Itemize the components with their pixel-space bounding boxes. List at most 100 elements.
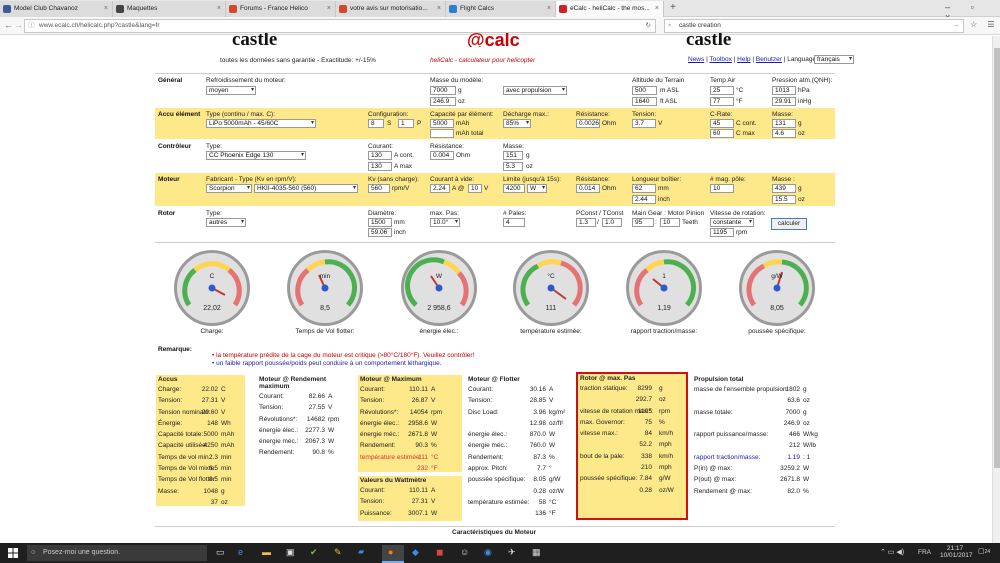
result-key[interactable]: rapport traction/masse: — [694, 452, 760, 463]
edge-icon[interactable]: e — [238, 547, 243, 557]
app-icon[interactable]: ◆ — [412, 547, 419, 558]
tab-flight-calcs[interactable]: Flight Calcs × — [446, 1, 556, 17]
task-view-icon[interactable]: ▭ — [216, 547, 225, 558]
rotor-speed-mode-select[interactable]: constante — [710, 218, 754, 227]
clock[interactable]: 21:17 10/01/2017 — [940, 545, 973, 559]
store-icon[interactable]: ▣ — [286, 547, 295, 558]
search-bar[interactable]: ⌕ castle creation → — [664, 19, 964, 33]
tray-icons[interactable]: ⌃ ▭ ◀) — [880, 548, 904, 556]
diameter-in-input[interactable]: 59.06 — [368, 228, 392, 237]
motor-mass-oz-input[interactable]: 15.5 — [772, 195, 796, 204]
poles-input[interactable]: 10 — [710, 184, 734, 193]
battery-mass-g-input[interactable]: 131 — [772, 119, 796, 128]
motor-maker-select[interactable]: Scorpion — [206, 184, 252, 193]
app-icon[interactable]: ◼ — [436, 547, 443, 558]
windows-start-icon[interactable] — [8, 548, 18, 558]
language-indicator[interactable]: FRA — [918, 549, 931, 556]
altitude-ft-input[interactable]: 1640 — [632, 97, 657, 106]
cortana-search[interactable]: ○ Posez-moi une question. — [27, 545, 207, 561]
close-tab-icon[interactable]: × — [217, 1, 221, 17]
close-tab-icon[interactable]: × — [655, 1, 659, 17]
kv-input[interactable]: 560 — [368, 184, 390, 193]
firefox-taskbar-button[interactable]: ● — [382, 545, 404, 563]
gear-pinion-input[interactable]: 10 — [660, 218, 680, 227]
notifications-icon[interactable]: ▢24 — [978, 547, 990, 555]
tconst-input[interactable]: 1.0 — [602, 218, 622, 227]
temp-f-input[interactable]: 77 — [710, 97, 734, 106]
propulsion-select[interactable]: avec propulsion — [503, 86, 567, 95]
pressure-inhg-input[interactable]: 29.91 — [772, 97, 796, 106]
app-icon[interactable]: ✎ — [334, 547, 342, 558]
motor-length-in-input[interactable]: 2.44 — [632, 195, 656, 204]
config-p-input[interactable]: 1 — [398, 119, 414, 128]
pressure-hpa-input[interactable]: 1013 — [772, 86, 796, 95]
noload-v-input[interactable]: 10 — [468, 184, 482, 193]
language-select[interactable]: français — [814, 55, 854, 64]
link-benutzer[interactable]: Benutzer — [756, 56, 782, 63]
limit-input[interactable]: 4200 — [503, 184, 525, 193]
controller-mass-oz-input[interactable]: 5.3 — [503, 162, 523, 171]
crate-cont-input[interactable]: 45 — [710, 119, 734, 128]
motor-mass-g-input[interactable]: 439 — [772, 184, 796, 193]
controller-mass-g-input[interactable]: 151 — [503, 151, 523, 160]
app-icon[interactable]: ▰ — [358, 547, 364, 556]
reload-icon[interactable]: ↻ — [646, 20, 651, 32]
tab-model-club[interactable]: Model Club Chavanoz × — [0, 1, 113, 17]
model-mass-g-input[interactable]: 7000 — [430, 86, 456, 95]
close-tab-icon[interactable]: × — [547, 1, 551, 17]
battery-volt-input[interactable]: 3.7 — [632, 119, 656, 128]
crate-max-input[interactable]: 60 — [710, 129, 734, 138]
tab-ecalc[interactable]: eCalc - heliCalc - the mos... × — [556, 1, 664, 17]
blades-input[interactable]: 4 — [503, 218, 525, 227]
app-icon[interactable]: ✈ — [508, 547, 516, 558]
motor-res-input[interactable]: 0.014 — [576, 184, 600, 193]
forward-icon[interactable]: → — [14, 20, 23, 30]
controller-current-max-input[interactable]: 130 — [368, 162, 392, 171]
battery-mass-oz-input[interactable]: 4.6 — [772, 129, 796, 138]
altitude-m-input[interactable]: 500 — [632, 86, 657, 95]
url-bar[interactable]: ⓘ www.ecalc.ch/helicalc.php?castle&lang=f… — [24, 19, 656, 33]
capacity-input[interactable]: 5000 — [430, 119, 454, 128]
app-icon[interactable]: ✔ — [310, 547, 318, 558]
config-s-input[interactable]: 8 — [368, 119, 384, 128]
close-tab-icon[interactable]: × — [437, 1, 441, 17]
temp-c-input[interactable]: 25 — [710, 86, 734, 95]
toolbar-icons[interactable]: ☆ ☰ — [970, 20, 999, 29]
gear-main-input[interactable]: 95 — [632, 218, 654, 227]
controller-current-cont-input[interactable]: 130 — [368, 151, 392, 160]
app-icon[interactable]: ◉ — [484, 547, 492, 558]
limit-unit-select[interactable]: W — [527, 184, 547, 193]
scrollbar-thumb[interactable] — [994, 48, 1000, 468]
page-scrollbar[interactable] — [992, 36, 1000, 543]
noload-a-input[interactable]: 2.24 — [430, 184, 450, 193]
close-tab-icon[interactable]: × — [104, 1, 108, 17]
tab-avis-motorisation[interactable]: votre avis sur motorisatio... × — [336, 1, 446, 17]
diameter-mm-input[interactable]: 1500 — [368, 218, 392, 227]
calculator-icon[interactable]: ▦ — [532, 547, 541, 558]
search-go-icon[interactable]: → — [953, 20, 960, 32]
pitch-select[interactable]: 10.0° — [430, 218, 460, 227]
file-explorer-icon[interactable]: ▬ — [262, 547, 271, 557]
new-tab-button[interactable]: + — [670, 2, 676, 13]
tab-forums[interactable]: Forums - France Helico × — [226, 1, 336, 17]
app-icon[interactable]: ☺ — [460, 547, 469, 557]
rotor-type-select[interactable]: autres — [206, 218, 246, 227]
battery-type-select[interactable]: LiPo 5000mAh - 45/60C — [206, 119, 316, 128]
link-news[interactable]: News — [688, 56, 704, 63]
motor-type-select[interactable]: HKII-4035-560 (560) — [254, 184, 358, 193]
back-icon[interactable]: ← — [4, 20, 13, 30]
controller-type-select[interactable]: CC Phoenix Edge 130 — [206, 151, 306, 160]
rotor-speed-input[interactable]: 1195 — [710, 228, 734, 237]
discharge-select[interactable]: 85% — [503, 119, 531, 128]
battery-res-input[interactable]: 0.0026 — [576, 119, 600, 128]
pconst-input[interactable]: 1.3 — [576, 218, 596, 227]
motor-length-mm-input[interactable]: 62 — [632, 184, 656, 193]
tab-maquettes[interactable]: Maquettes × — [113, 1, 226, 17]
link-help[interactable]: Help — [737, 56, 750, 63]
model-mass-oz-input[interactable]: 246.9 — [430, 97, 456, 106]
controller-res-input[interactable]: 0.004 — [430, 151, 454, 160]
cooling-select[interactable]: moyen — [206, 86, 256, 95]
close-tab-icon[interactable]: × — [327, 1, 331, 17]
calculate-button[interactable]: calculer — [771, 218, 807, 230]
link-toolbox[interactable]: Toolbox — [709, 56, 731, 63]
